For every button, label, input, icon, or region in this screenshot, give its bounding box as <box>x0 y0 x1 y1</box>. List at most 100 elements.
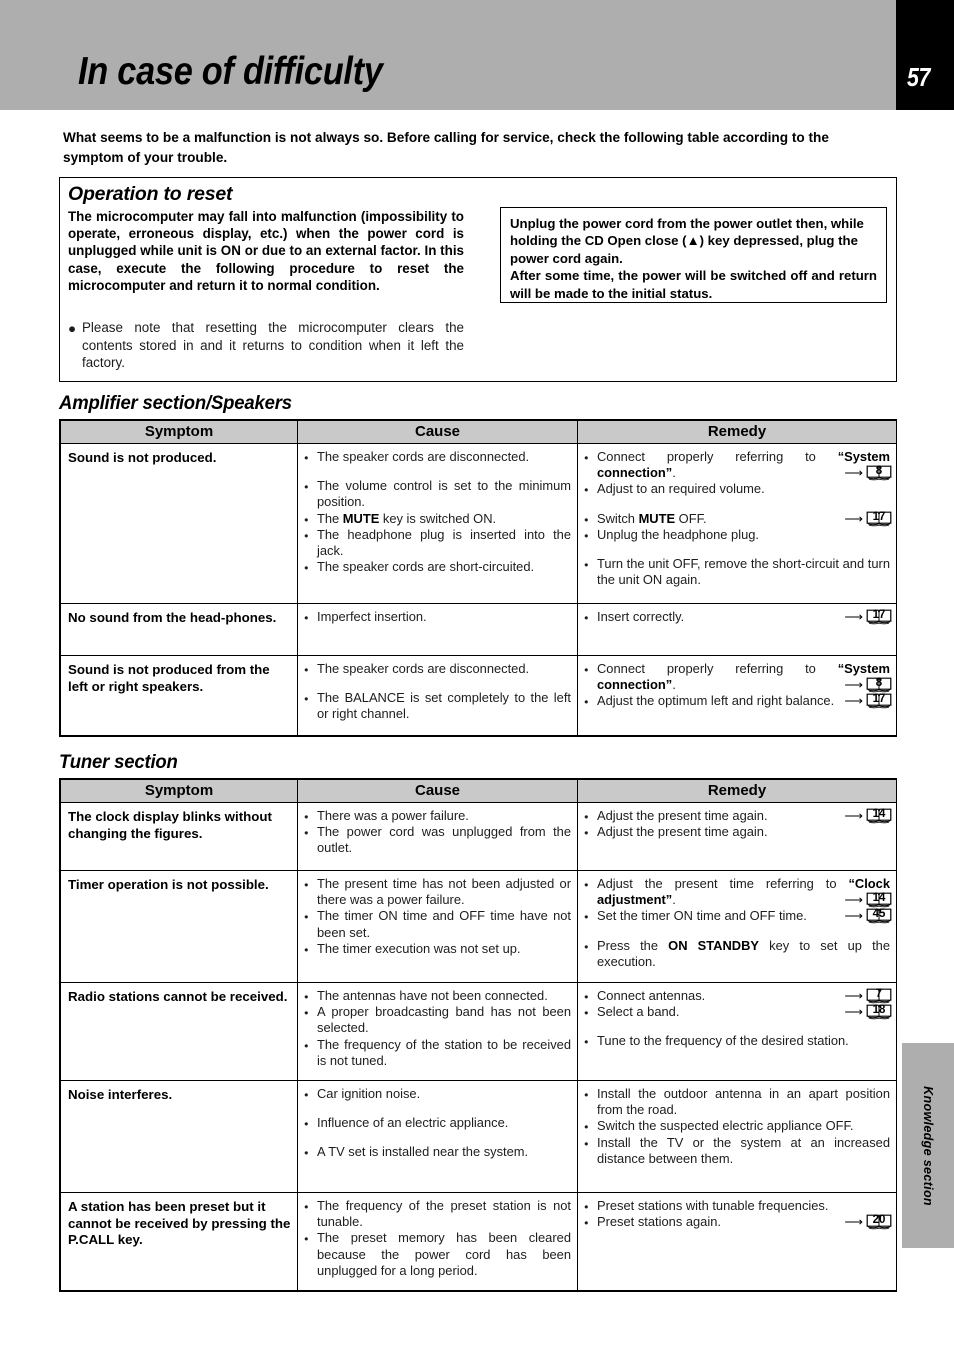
page-reference[interactable]: ⟶ 8 <box>844 464 892 481</box>
list-item: Adjust the present time again. <box>584 824 890 841</box>
column-header-remedy: Remedy <box>577 779 897 803</box>
reset-procedure-line-2: After some time, the power will be switc… <box>510 268 877 301</box>
list-item: Install the outdoor antenna in an apart … <box>584 1086 890 1118</box>
open-book-icon: 17 <box>866 510 892 527</box>
list-item: Turn the unit OFF, remove the short-circ… <box>584 556 890 588</box>
cell-symptom: A station has been preset but it cannot … <box>60 1192 298 1291</box>
reset-procedure-line-1: Unplug the power cord from the power out… <box>510 216 864 266</box>
page-reference-number: 17 <box>872 511 886 523</box>
page-reference-number: 7 <box>875 988 883 1000</box>
table-header-row: Symptom Cause Remedy <box>60 779 897 803</box>
list-item: The MUTE key is switched ON. <box>304 511 571 528</box>
page-reference-number: 14 <box>872 892 886 904</box>
bullet-list: Car ignition noise. Influence of an elect… <box>304 1086 571 1162</box>
arrow-right-icon: ⟶ <box>844 511 863 526</box>
arrow-right-icon: ⟶ <box>844 1214 863 1229</box>
page-reference-number: 17 <box>872 693 886 705</box>
column-header-cause: Cause <box>297 779 578 803</box>
cell-cause: The speaker cords are disconnected. The v… <box>297 443 578 604</box>
arrow-right-icon: ⟶ <box>844 908 863 923</box>
open-book-icon: 17 <box>866 608 892 625</box>
table-header-row: Symptom Cause Remedy <box>60 420 897 444</box>
cell-cause: Car ignition noise. Influence of an elect… <box>297 1080 578 1193</box>
table-row: Radio stations cannot be received.The an… <box>60 982 897 1081</box>
list-item: Unplug the headphone plug. <box>584 527 890 544</box>
table-row: Sound is not produced.The speaker cords … <box>60 443 897 604</box>
list-item: Install the TV or the system at an incre… <box>584 1135 890 1167</box>
page-reference-number: 45 <box>872 908 886 920</box>
table-row: Sound is not produced from the left or r… <box>60 655 897 736</box>
side-tab-label: Knowledge section <box>921 1085 935 1206</box>
amplifier-section-heading: Amplifier section/Speakers <box>59 392 292 414</box>
tuner-troubleshooting-table: Symptom Cause Remedy The clock display b… <box>59 778 897 1292</box>
column-header-cause: Cause <box>297 420 578 444</box>
list-item: The speaker cords are disconnected. <box>304 449 571 466</box>
list-item: The frequency of the preset station is n… <box>304 1198 571 1230</box>
cell-cause: The speaker cords are disconnected. The B… <box>297 655 578 736</box>
page-reference[interactable]: ⟶ 18 <box>844 1003 892 1020</box>
arrow-right-icon: ⟶ <box>844 808 863 823</box>
open-book-icon: 17 <box>866 692 892 709</box>
list-item: The antennas have not been connected. <box>304 988 571 1005</box>
list-item: Adjust to an required volume. <box>584 481 890 498</box>
cell-remedy: Connect properly referring to “System co… <box>577 443 897 604</box>
bullet-list: There was a power failure.The power cord… <box>304 808 571 857</box>
bullet-list: Install the outdoor antenna in an apart … <box>584 1086 890 1167</box>
open-book-icon: 8 <box>866 464 892 481</box>
list-item: The headphone plug is inserted into the … <box>304 527 571 559</box>
list-item: Influence of an electric appliance. <box>304 1115 571 1132</box>
bullet-list: The antennas have not been connected.A p… <box>304 988 571 1069</box>
cell-remedy: Connect antennas.Select a band.Tune to t… <box>577 982 897 1081</box>
page-reference[interactable]: ⟶ 8 <box>844 676 892 693</box>
page-reference[interactable]: ⟶ 14 <box>844 891 892 908</box>
list-item: Imperfect insertion. <box>304 609 571 626</box>
open-book-icon: 14 <box>866 891 892 908</box>
list-item: There was a power failure. <box>304 808 571 825</box>
list-item: The speaker cords are short-circuited. <box>304 559 571 576</box>
column-header-symptom: Symptom <box>60 420 298 444</box>
list-item: The volume control is set to the minimum… <box>304 478 571 510</box>
cell-remedy: Adjust the present time referring to “Cl… <box>577 870 897 983</box>
page-reference[interactable]: ⟶ 17 <box>844 510 892 527</box>
list-item: A proper broadcasting band has not been … <box>304 1004 571 1036</box>
page-reference[interactable]: ⟶ 17 <box>844 692 892 709</box>
arrow-right-icon: ⟶ <box>844 693 863 708</box>
page-reference[interactable]: ⟶ 20 <box>844 1213 892 1230</box>
cell-remedy: Connect properly referring to “System co… <box>577 655 897 736</box>
page-reference-number: 14 <box>872 808 886 820</box>
page-reference[interactable]: ⟶ 7 <box>844 987 892 1004</box>
cell-remedy: Preset stations with tunable frequencies… <box>577 1192 897 1291</box>
page-reference[interactable]: ⟶ 45 <box>844 907 892 924</box>
page-reference-number: 17 <box>872 609 886 621</box>
open-book-icon: 20 <box>866 1213 892 1230</box>
table-row: A station has been preset but it cannot … <box>60 1192 897 1291</box>
list-item: The frequency of the station to be recei… <box>304 1037 571 1069</box>
arrow-right-icon: ⟶ <box>844 988 863 1003</box>
cell-symptom: Timer operation is not possible. <box>60 870 298 983</box>
tuner-table-body: The clock display blinks without changin… <box>60 802 897 1291</box>
open-book-icon: 7 <box>866 987 892 1004</box>
page-number-box: 57 <box>896 0 954 110</box>
cell-remedy: Adjust the present time again.Adjust the… <box>577 802 897 871</box>
cell-remedy: Install the outdoor antenna in an apart … <box>577 1080 897 1193</box>
list-item: The timer ON time and OFF time have not … <box>304 908 571 940</box>
column-header-symptom: Symptom <box>60 779 298 803</box>
cell-remedy: Insert correctly.⟶17 <box>577 603 897 656</box>
list-item: The speaker cords are disconnected. <box>304 661 571 678</box>
arrow-right-icon: ⟶ <box>844 677 863 692</box>
bullet-list: The present time has not been adjusted o… <box>304 876 571 958</box>
table-row: The clock display blinks without changin… <box>60 802 897 871</box>
page-reference-number: 20 <box>872 1214 886 1226</box>
cell-cause: The antennas have not been connected.A p… <box>297 982 578 1081</box>
cell-cause: There was a power failure.The power cord… <box>297 802 578 871</box>
page-reference[interactable]: ⟶ 17 <box>844 608 892 625</box>
bullet-list: The speaker cords are disconnected. The v… <box>304 449 571 576</box>
page-reference-number: 8 <box>875 677 883 689</box>
reset-procedure-box: Unplug the power cord from the power out… <box>500 207 887 303</box>
page-reference[interactable]: ⟶ 14 <box>844 807 892 824</box>
cell-symptom: Sound is not produced. <box>60 443 298 604</box>
amplifier-table-body: Sound is not produced.The speaker cords … <box>60 443 897 736</box>
list-item: The power cord was unplugged from the ou… <box>304 824 571 856</box>
list-item: Preset stations with tunable frequencies… <box>584 1198 890 1215</box>
cell-cause: The frequency of the preset station is n… <box>297 1192 578 1291</box>
